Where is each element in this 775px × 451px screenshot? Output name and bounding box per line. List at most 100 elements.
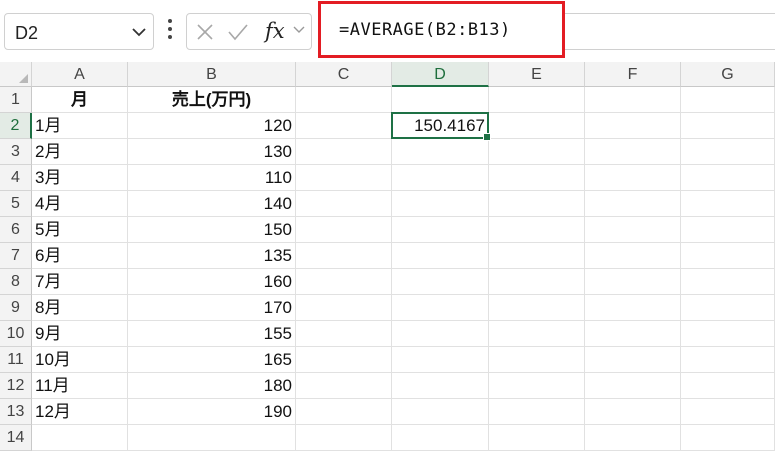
row-header-8[interactable]: 8 xyxy=(0,269,32,295)
cell-g12[interactable] xyxy=(681,373,775,399)
cell-f9[interactable] xyxy=(585,295,681,321)
cell-b10[interactable]: 155 xyxy=(128,321,296,347)
cell-e7[interactable] xyxy=(489,243,585,269)
cell-f13[interactable] xyxy=(585,399,681,425)
cell-b12[interactable]: 180 xyxy=(128,373,296,399)
cell-c6[interactable] xyxy=(296,217,392,243)
cell-g6[interactable] xyxy=(681,217,775,243)
cell-a6[interactable]: 5月 xyxy=(32,217,128,243)
row-header-5[interactable]: 5 xyxy=(0,191,32,217)
cell-f6[interactable] xyxy=(585,217,681,243)
cell-b3[interactable]: 130 xyxy=(128,139,296,165)
more-vertical-icon[interactable] xyxy=(167,19,173,43)
cell-d1[interactable] xyxy=(392,87,489,113)
cell-e12[interactable] xyxy=(489,373,585,399)
column-header-d[interactable]: D xyxy=(392,62,489,87)
name-box[interactable]: D2 xyxy=(4,13,154,50)
cell-b4[interactable]: 110 xyxy=(128,165,296,191)
cell-e14[interactable] xyxy=(489,425,585,451)
cell-b7[interactable]: 135 xyxy=(128,243,296,269)
cell-b5[interactable]: 140 xyxy=(128,191,296,217)
cell-c11[interactable] xyxy=(296,347,392,373)
cell-e13[interactable] xyxy=(489,399,585,425)
cell-c2[interactable] xyxy=(296,113,392,139)
cell-e5[interactable] xyxy=(489,191,585,217)
cell-a7[interactable]: 6月 xyxy=(32,243,128,269)
row-header-9[interactable]: 9 xyxy=(0,295,32,321)
column-header-e[interactable]: E xyxy=(489,62,585,87)
cell-e11[interactable] xyxy=(489,347,585,373)
cell-a5[interactable]: 4月 xyxy=(32,191,128,217)
cell-g3[interactable] xyxy=(681,139,775,165)
cell-d2[interactable]: 150.4167 xyxy=(392,113,489,139)
cell-b8[interactable]: 160 xyxy=(128,269,296,295)
cell-d4[interactable] xyxy=(392,165,489,191)
cell-f3[interactable] xyxy=(585,139,681,165)
column-header-a[interactable]: A xyxy=(32,62,128,87)
select-all-corner[interactable] xyxy=(0,62,32,87)
row-header-13[interactable]: 13 xyxy=(0,399,32,425)
cell-f2[interactable] xyxy=(585,113,681,139)
cell-g5[interactable] xyxy=(681,191,775,217)
cell-a8[interactable]: 7月 xyxy=(32,269,128,295)
cell-e9[interactable] xyxy=(489,295,585,321)
cell-c1[interactable] xyxy=(296,87,392,113)
cell-g2[interactable] xyxy=(681,113,775,139)
row-header-12[interactable]: 12 xyxy=(0,373,32,399)
row-header-14[interactable]: 14 xyxy=(0,425,32,451)
cell-d14[interactable] xyxy=(392,425,489,451)
cell-b1[interactable]: 売上(万円) xyxy=(128,87,296,113)
cell-c9[interactable] xyxy=(296,295,392,321)
cell-a3[interactable]: 2月 xyxy=(32,139,128,165)
cell-f14[interactable] xyxy=(585,425,681,451)
cell-b9[interactable]: 170 xyxy=(128,295,296,321)
cell-c5[interactable] xyxy=(296,191,392,217)
cell-e4[interactable] xyxy=(489,165,585,191)
cell-b6[interactable]: 150 xyxy=(128,217,296,243)
cell-a2[interactable]: 1月 xyxy=(32,113,128,139)
cell-g13[interactable] xyxy=(681,399,775,425)
cell-b13[interactable]: 190 xyxy=(128,399,296,425)
cell-d7[interactable] xyxy=(392,243,489,269)
cancel-x-icon[interactable] xyxy=(195,22,215,42)
cell-g7[interactable] xyxy=(681,243,775,269)
cell-f11[interactable] xyxy=(585,347,681,373)
cell-d6[interactable] xyxy=(392,217,489,243)
cell-b14[interactable] xyxy=(128,425,296,451)
cell-g10[interactable] xyxy=(681,321,775,347)
fx-chevron-down-icon[interactable] xyxy=(293,25,305,35)
cell-g14[interactable] xyxy=(681,425,775,451)
column-header-g[interactable]: G xyxy=(681,62,775,87)
cell-c8[interactable] xyxy=(296,269,392,295)
cell-c4[interactable] xyxy=(296,165,392,191)
cell-f8[interactable] xyxy=(585,269,681,295)
cell-e2[interactable] xyxy=(489,113,585,139)
cell-c14[interactable] xyxy=(296,425,392,451)
cell-a4[interactable]: 3月 xyxy=(32,165,128,191)
cell-g11[interactable] xyxy=(681,347,775,373)
function-fx-icon[interactable]: fx xyxy=(265,19,285,43)
cell-e3[interactable] xyxy=(489,139,585,165)
column-header-b[interactable]: B xyxy=(128,62,296,87)
enter-check-icon[interactable] xyxy=(227,22,249,42)
cell-e6[interactable] xyxy=(489,217,585,243)
cell-c3[interactable] xyxy=(296,139,392,165)
cell-f7[interactable] xyxy=(585,243,681,269)
cell-g8[interactable] xyxy=(681,269,775,295)
cell-e1[interactable] xyxy=(489,87,585,113)
cell-e8[interactable] xyxy=(489,269,585,295)
cell-a11[interactable]: 10月 xyxy=(32,347,128,373)
formula-input-highlight[interactable]: =AVERAGE(B2:B13) xyxy=(318,1,565,58)
cell-d5[interactable] xyxy=(392,191,489,217)
cell-d11[interactable] xyxy=(392,347,489,373)
cell-c7[interactable] xyxy=(296,243,392,269)
column-header-c[interactable]: C xyxy=(296,62,392,87)
cell-g9[interactable] xyxy=(681,295,775,321)
cell-c12[interactable] xyxy=(296,373,392,399)
row-header-6[interactable]: 6 xyxy=(0,217,32,243)
cell-c10[interactable] xyxy=(296,321,392,347)
cell-a1[interactable]: 月 xyxy=(32,87,128,113)
formula-input-extension[interactable] xyxy=(565,13,775,50)
cell-a14[interactable] xyxy=(32,425,128,451)
cell-c13[interactable] xyxy=(296,399,392,425)
